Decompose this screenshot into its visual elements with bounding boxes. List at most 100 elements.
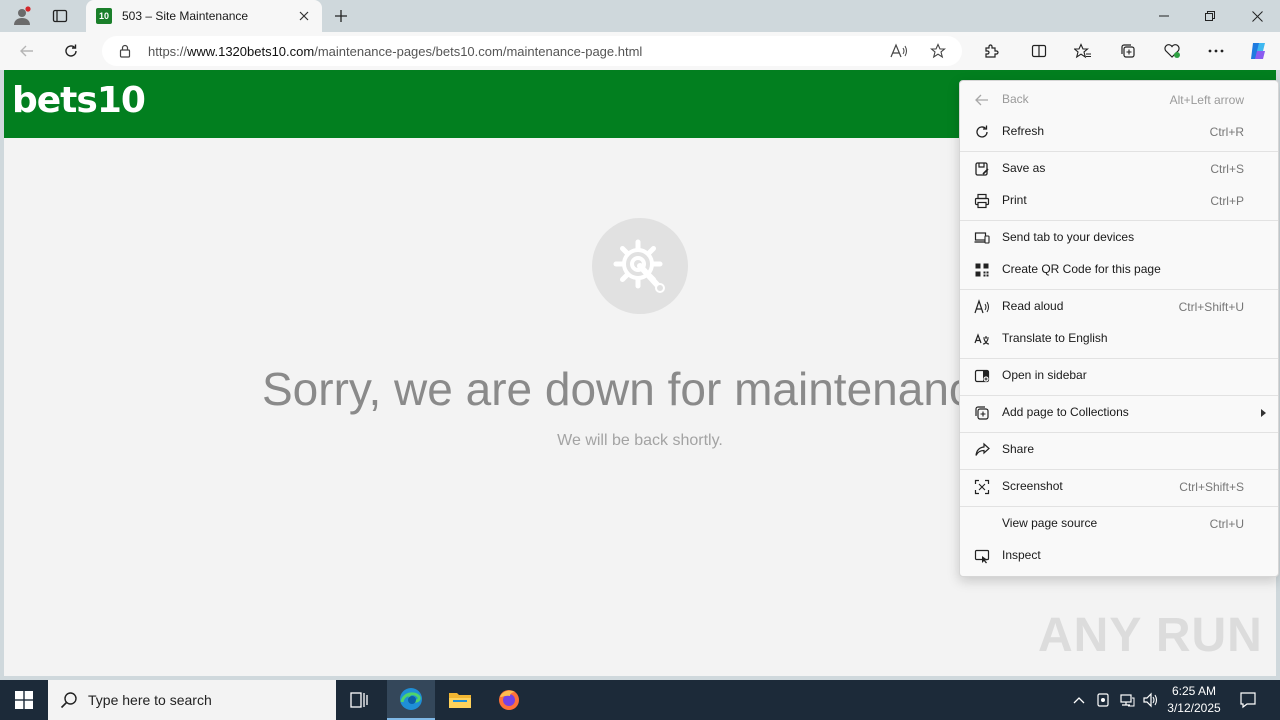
menu-item-qr-code[interactable]: Create QR Code for this page <box>960 254 1278 286</box>
collections-button[interactable] <box>1113 37 1143 65</box>
devices-icon <box>974 230 990 246</box>
minimize-button[interactable] <box>1141 0 1187 32</box>
menu-item-shortcut: Ctrl+R <box>1209 125 1244 139</box>
qr-code-icon <box>974 262 990 278</box>
task-view-icon <box>350 692 368 708</box>
menu-item-save-as[interactable]: Save as Ctrl+S <box>960 153 1278 185</box>
notification-center-button[interactable] <box>1236 680 1260 720</box>
tab-active[interactable]: 10 503 – Site Maintenance <box>86 0 322 32</box>
task-view-button[interactable] <box>336 680 384 720</box>
tab-actions-button[interactable] <box>46 4 74 28</box>
favorites-button[interactable] <box>1068 37 1098 65</box>
settings-more-button[interactable] <box>1201 37 1231 65</box>
menu-item-label: Create QR Code for this page <box>1002 262 1161 276</box>
star-icon <box>930 43 946 59</box>
menu-item-shortcut: Ctrl+Shift+S <box>1179 480 1244 494</box>
menu-separator <box>960 151 1278 152</box>
menu-separator <box>960 220 1278 221</box>
taskbar-search-box[interactable]: Type here to search <box>48 680 336 720</box>
address-bar[interactable]: https://www.1320bets10.com/maintenance-p… <box>102 36 962 66</box>
menu-item-shortcut: Ctrl+Shift+U <box>1178 300 1244 314</box>
menu-item-label: Screenshot <box>1002 479 1063 493</box>
anyrun-watermark: ANY RUN <box>1038 609 1263 662</box>
back-button[interactable] <box>12 37 42 65</box>
menu-item-label: Send tab to your devices <box>1002 230 1135 244</box>
menu-item-share[interactable]: Share <box>960 434 1278 466</box>
search-placeholder: Type here to search <box>88 692 212 708</box>
menu-item-read-aloud[interactable]: Read aloud Ctrl+Shift+U <box>960 291 1278 323</box>
menu-separator <box>960 506 1278 507</box>
taskbar-app-firefox[interactable] <box>485 680 533 720</box>
favorite-star-button[interactable] <box>925 40 951 62</box>
profile-button[interactable] <box>8 4 36 28</box>
heart-pulse-icon <box>1164 44 1180 58</box>
puzzle-icon <box>985 44 999 58</box>
sidebar-icon <box>974 368 990 384</box>
tray-overflow-button[interactable] <box>1069 690 1089 710</box>
menu-item-label: View page source <box>1002 516 1098 530</box>
menu-separator <box>960 289 1278 290</box>
menu-item-add-to-collections[interactable]: Add page to Collections <box>960 397 1278 429</box>
menu-item-shortcut: Ctrl+P <box>1210 194 1244 208</box>
tray-network[interactable] <box>1117 690 1137 710</box>
navigation-bar: https://www.1320bets10.com/maintenance-p… <box>0 32 1280 70</box>
menu-separator <box>960 432 1278 433</box>
start-button[interactable] <box>0 680 48 720</box>
network-icon <box>1120 694 1135 707</box>
close-icon <box>1251 10 1263 22</box>
submenu-arrow-icon <box>1261 409 1266 417</box>
menu-item-inspect[interactable]: Inspect <box>960 540 1278 572</box>
menu-separator <box>960 358 1278 359</box>
minimize-icon <box>1159 15 1169 17</box>
url-text[interactable]: https://www.1320bets10.com/maintenance-p… <box>148 44 642 59</box>
copilot-button[interactable] <box>1243 37 1273 65</box>
menu-item-back[interactable]: Back Alt+Left arrow <box>960 84 1278 116</box>
menu-item-view-source[interactable]: View page source Ctrl+U <box>960 508 1278 540</box>
menu-item-open-in-sidebar[interactable]: Open in sidebar <box>960 360 1278 392</box>
taskbar-app-edge[interactable] <box>387 680 435 720</box>
lock-icon[interactable] <box>118 44 132 58</box>
split-screen-button[interactable] <box>1024 37 1054 65</box>
firefox-icon <box>499 690 519 710</box>
restore-button[interactable] <box>1187 0 1233 32</box>
refresh-button[interactable] <box>56 37 86 65</box>
menu-item-shortcut: Alt+Left arrow <box>1169 93 1244 107</box>
menu-item-refresh[interactable]: Refresh Ctrl+R <box>960 116 1278 148</box>
menu-item-send-tab[interactable]: Send tab to your devices <box>960 222 1278 254</box>
url-host: www.1320bets10.com <box>187 43 315 59</box>
gear-wrench-icon <box>613 239 665 293</box>
read-aloud-button[interactable] <box>886 40 912 62</box>
search-icon <box>60 692 77 709</box>
maintenance-icon <box>592 218 688 314</box>
url-path: /maintenance-pages/bets10.com/maintenanc… <box>314 43 643 59</box>
browser-essentials-button[interactable] <box>1157 37 1187 65</box>
menu-item-screenshot[interactable]: Screenshot Ctrl+Shift+S <box>960 471 1278 503</box>
menu-item-label: Open in sidebar <box>1002 368 1087 382</box>
maintenance-headline: Sorry, we are down for maintenance. <box>262 363 1011 415</box>
extensions-button[interactable] <box>976 37 1006 65</box>
menu-item-label: Translate to English <box>1002 331 1108 345</box>
folder-icon <box>449 693 471 708</box>
print-icon <box>974 193 990 209</box>
menu-item-label: Read aloud <box>1002 299 1064 313</box>
tab-actions-icon <box>52 9 68 23</box>
notification-icon <box>1240 692 1256 709</box>
device-icon <box>1097 693 1109 707</box>
clock-time: 6:25 AM <box>1171 684 1217 698</box>
tab-close-button[interactable] <box>296 8 312 24</box>
refresh-icon <box>65 44 77 57</box>
collections-icon <box>1121 44 1135 58</box>
menu-item-label: Share <box>1002 442 1035 456</box>
new-tab-button[interactable] <box>328 4 354 28</box>
tray-network-device[interactable] <box>1093 690 1113 710</box>
site-logo[interactable]: bets10 <box>12 80 146 121</box>
menu-item-translate[interactable]: Translate to English <box>960 323 1278 355</box>
taskbar: Type here to search 6:25 AM 3/12/2025 <box>0 680 1280 720</box>
menu-item-print[interactable]: Print Ctrl+P <box>960 185 1278 217</box>
menu-item-shortcut: Ctrl+U <box>1209 517 1244 531</box>
taskbar-app-file-explorer[interactable] <box>436 680 484 720</box>
menu-separator <box>960 469 1278 470</box>
copilot-icon <box>1251 43 1265 59</box>
close-window-button[interactable] <box>1234 0 1280 32</box>
taskbar-clock[interactable]: 6:25 AM 3/12/2025 <box>1158 683 1230 717</box>
